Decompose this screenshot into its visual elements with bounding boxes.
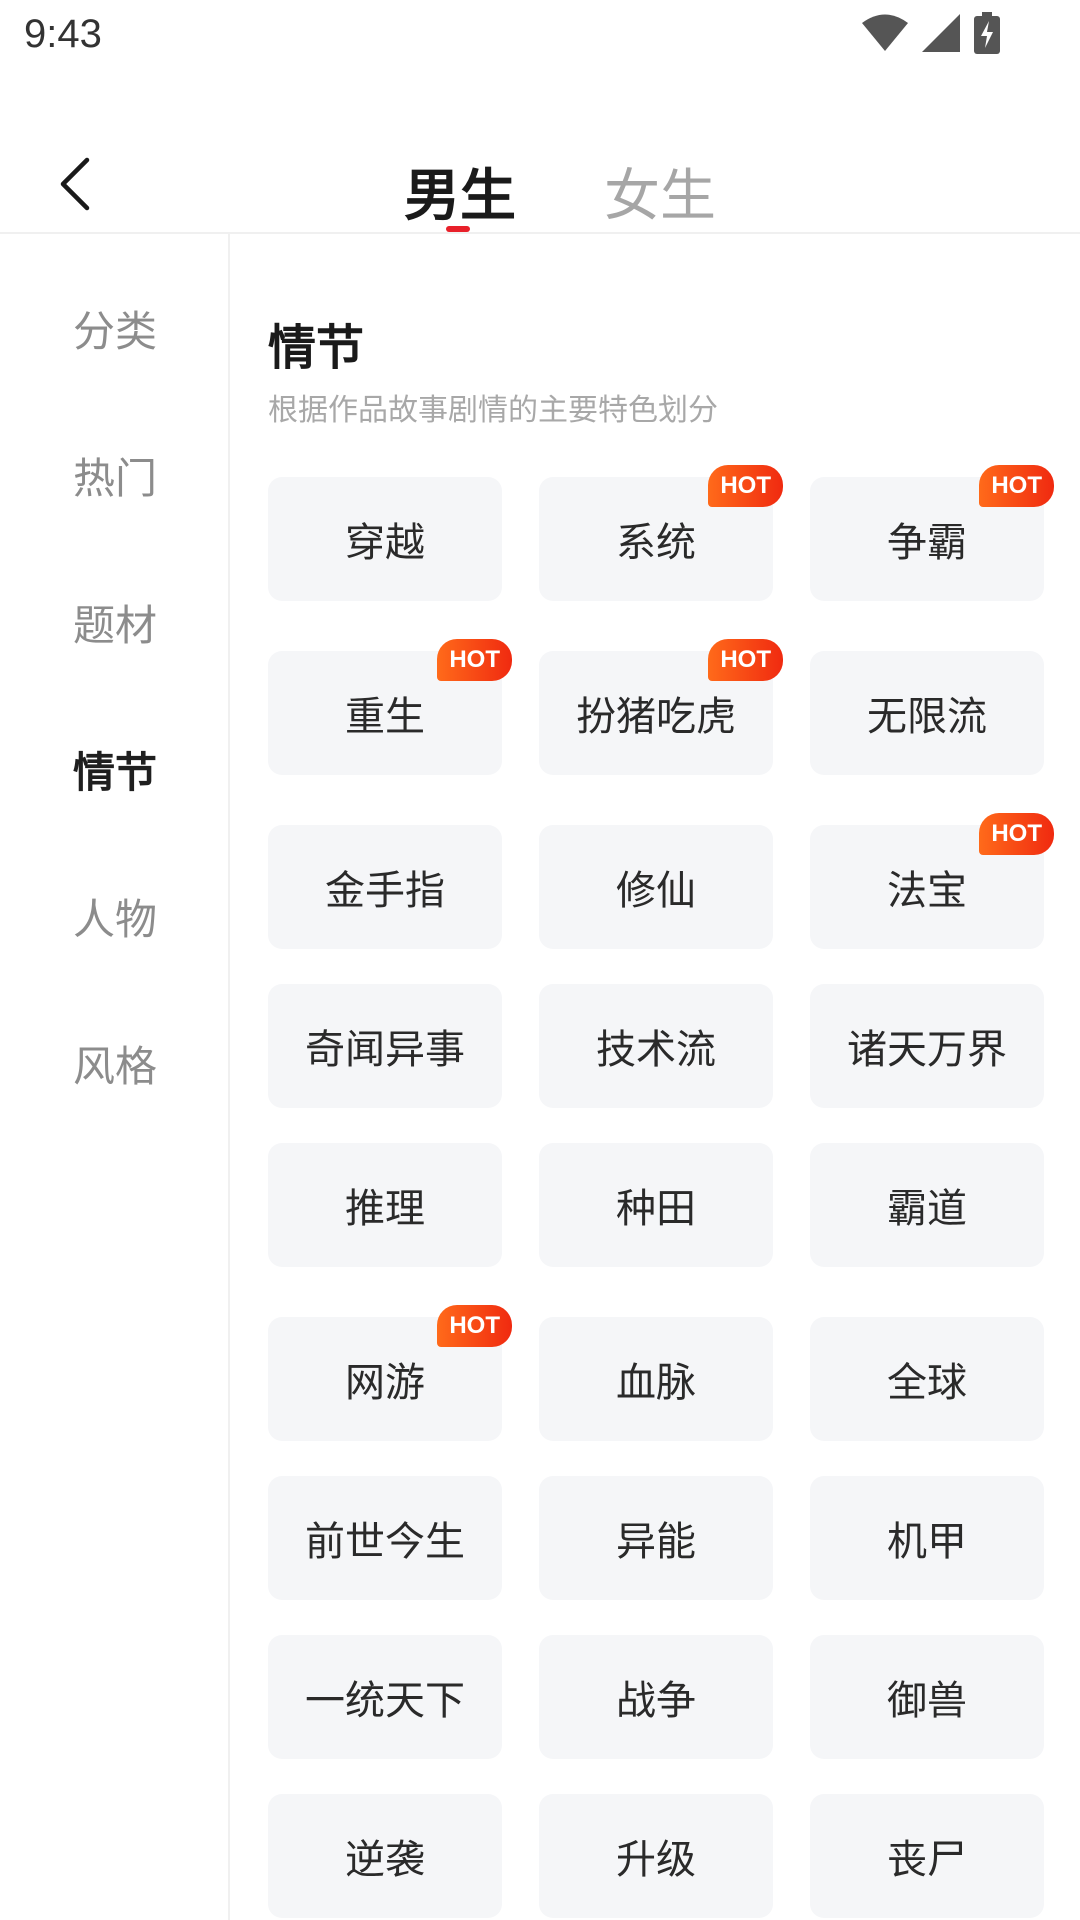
tag-chip[interactable]: 扮猪吃虎 HOT — [539, 639, 783, 775]
tag-label: 扮猪吃虎 — [576, 694, 736, 740]
hot-badge: HOT — [708, 639, 783, 681]
tag-label: 丧尸 — [887, 1837, 967, 1883]
hot-badge: HOT — [437, 1305, 512, 1347]
tag-label: 争霸 — [887, 520, 967, 566]
tag-label: 修仙 — [616, 868, 696, 914]
tag-chip[interactable]: 奇闻异事 — [268, 984, 502, 1108]
tag-chip[interactable]: 逆袭 — [268, 1794, 502, 1918]
tag-chip[interactable]: 一统天下 — [268, 1635, 502, 1759]
chevron-left-icon — [60, 157, 90, 211]
tag-chip[interactable]: 重生 HOT — [268, 639, 512, 775]
sidebar-item-style[interactable]: 风格 — [0, 1037, 230, 1097]
tag-label: 机甲 — [887, 1519, 967, 1565]
section-description: 根据作品故事剧情的主要特色划分 — [268, 393, 718, 428]
tab-male[interactable]: 男生 — [404, 162, 516, 232]
category-sidebar: 分类 热门 题材 情节 人物 风格 — [0, 234, 230, 1920]
tag-label: 种田 — [616, 1186, 696, 1232]
status-time: 9:43 — [24, 12, 102, 56]
tag-chip[interactable]: 无限流 — [810, 651, 1044, 775]
tag-label: 诸天万界 — [847, 1027, 1007, 1073]
hot-badge: HOT — [708, 465, 783, 507]
tag-label: 御兽 — [887, 1678, 967, 1724]
tag-label: 金手指 — [325, 868, 445, 914]
tag-label: 霸道 — [887, 1186, 967, 1232]
tag-label: 推理 — [345, 1186, 425, 1232]
tag-label: 全球 — [887, 1360, 967, 1406]
tag-chip[interactable]: 血脉 — [539, 1317, 773, 1441]
tag-label: 穿越 — [345, 520, 425, 566]
tag-chip[interactable]: 推理 — [268, 1143, 502, 1267]
sidebar-item-character[interactable]: 人物 — [0, 890, 230, 950]
tag-label: 前世今生 — [305, 1519, 465, 1565]
tag-label: 奇闻异事 — [305, 1027, 465, 1073]
tag-chip[interactable]: 升级 — [539, 1794, 773, 1918]
tag-chip[interactable]: 战争 — [539, 1635, 773, 1759]
status-icons — [862, 12, 1000, 58]
tag-chip[interactable]: 御兽 — [810, 1635, 1044, 1759]
tag-chip[interactable]: 异能 — [539, 1476, 773, 1600]
tag-label: 血脉 — [616, 1360, 696, 1406]
signal-icon — [922, 14, 960, 56]
tag-chip[interactable]: 系统 HOT — [539, 465, 783, 601]
tag-label: 战争 — [616, 1678, 696, 1724]
tag-label: 技术流 — [596, 1027, 716, 1073]
sidebar-item-category[interactable]: 分类 — [0, 302, 230, 362]
tag-chip[interactable]: 技术流 — [539, 984, 773, 1108]
tag-chip[interactable]: 金手指 — [268, 825, 502, 949]
tag-chip[interactable]: 争霸 HOT — [810, 465, 1054, 601]
status-bar: 9:43 — [0, 0, 1080, 76]
top-tab-bar: 男生 女生 — [0, 120, 1080, 234]
tag-chip[interactable]: 全球 — [810, 1317, 1044, 1441]
tag-label: 法宝 — [887, 868, 967, 914]
tag-label: 网游 — [345, 1360, 425, 1406]
tag-label: 异能 — [616, 1519, 696, 1565]
battery-charging-icon — [974, 12, 1000, 58]
sidebar-item-plot[interactable]: 情节 — [0, 743, 230, 803]
tag-chip[interactable]: 穿越 — [268, 477, 502, 601]
tag-chip[interactable]: 霸道 — [810, 1143, 1044, 1267]
tag-chip[interactable]: 网游 HOT — [268, 1305, 512, 1441]
tag-label: 重生 — [345, 694, 425, 740]
tag-chip[interactable]: 法宝 HOT — [810, 813, 1054, 949]
hot-badge: HOT — [979, 813, 1054, 855]
tag-chip[interactable]: 前世今生 — [268, 1476, 502, 1600]
sidebar-item-hot[interactable]: 热门 — [0, 449, 230, 509]
tag-label: 逆袭 — [345, 1837, 425, 1883]
hot-badge: HOT — [979, 465, 1054, 507]
active-tab-indicator — [446, 226, 470, 232]
hot-badge: HOT — [437, 639, 512, 681]
tag-chip[interactable]: 修仙 — [539, 825, 773, 949]
tag-label: 一统天下 — [305, 1678, 465, 1724]
tag-chip[interactable]: 丧尸 — [810, 1794, 1044, 1918]
tag-chip[interactable]: 诸天万界 — [810, 984, 1044, 1108]
sidebar-item-theme[interactable]: 题材 — [0, 596, 230, 656]
tag-chip[interactable]: 种田 — [539, 1143, 773, 1267]
tab-female[interactable]: 女生 — [604, 162, 716, 232]
tag-chip[interactable]: 机甲 — [810, 1476, 1044, 1600]
tag-label: 系统 — [616, 520, 696, 566]
wifi-icon — [862, 14, 908, 56]
back-button[interactable] — [50, 152, 98, 216]
section-title: 情节 — [268, 320, 365, 376]
tag-label: 升级 — [616, 1837, 696, 1883]
tag-label: 无限流 — [867, 694, 987, 740]
